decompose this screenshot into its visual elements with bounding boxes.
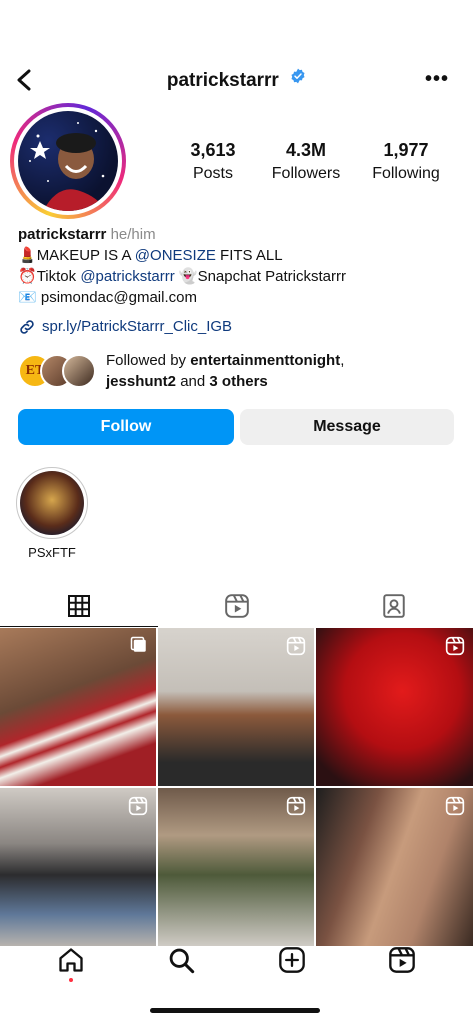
bio-line-3: 📧 psimondac@gmail.com xyxy=(18,287,463,308)
message-button[interactable]: Message xyxy=(240,409,454,445)
home-icon xyxy=(59,948,83,972)
multi-photo-icon xyxy=(130,636,146,652)
profile-avatar[interactable] xyxy=(10,103,126,219)
mutual-others[interactable]: 3 others xyxy=(209,373,267,390)
grid-icon xyxy=(67,595,90,617)
followers-count: 4.3M xyxy=(285,140,327,160)
bio-name-row: patrickstarrr he/him xyxy=(18,224,463,245)
bottom-navigation xyxy=(0,930,473,990)
profile-header: patrickstarrr ••• xyxy=(0,58,473,102)
page-title: patrickstarrr xyxy=(0,68,473,92)
pronouns: he/him xyxy=(110,226,156,243)
nav-search[interactable] xyxy=(161,940,201,980)
followers-label: Followers xyxy=(271,165,341,182)
mutual-avatar-3 xyxy=(62,354,96,388)
tab-posts[interactable] xyxy=(0,585,158,627)
highlight-label: PSxFTF xyxy=(28,545,76,560)
grid-post[interactable] xyxy=(158,628,314,786)
reel-badge-icon xyxy=(286,636,306,656)
notification-dot xyxy=(69,978,74,982)
reels-icon xyxy=(224,594,249,618)
lipstick-icon: 💄 xyxy=(18,247,37,264)
tagged-icon xyxy=(383,594,405,618)
username-title: patrickstarrr xyxy=(166,70,279,91)
story-highlight[interactable]: PSxFTF xyxy=(16,467,88,560)
search-icon xyxy=(170,948,195,974)
reel-badge-icon xyxy=(286,796,306,816)
mutual-user-1[interactable]: entertainmenttonight xyxy=(190,352,340,369)
ghost-icon: 👻 xyxy=(178,268,198,285)
display-name: patrickstarrr xyxy=(18,226,107,243)
email-icon: 📧 xyxy=(18,289,37,306)
grid-post[interactable] xyxy=(0,628,156,786)
stat-following[interactable]: 1,977 Following xyxy=(356,140,456,183)
bio-link[interactable]: spr.ly/PatrickStarrr_Clic_IGB xyxy=(18,316,463,337)
following-label: Following xyxy=(372,165,440,182)
posts-label: Posts xyxy=(192,165,233,182)
reels-icon xyxy=(389,947,415,973)
verified-icon xyxy=(290,68,306,90)
grid-post[interactable] xyxy=(0,788,156,946)
follow-button[interactable]: Follow xyxy=(18,409,234,445)
nav-home[interactable] xyxy=(51,940,91,982)
tab-reels[interactable] xyxy=(158,585,316,627)
mutual-user-2[interactable]: jesshunt2 xyxy=(106,373,176,390)
more-icon: ••• xyxy=(424,68,449,90)
stat-posts[interactable]: 3,613 Posts xyxy=(170,140,256,183)
link-icon xyxy=(20,319,34,334)
bio-line-1: 💄MAKEUP IS A @ONESIZE FITS ALL xyxy=(18,247,283,264)
profile-tabs xyxy=(0,585,473,627)
tab-tagged[interactable] xyxy=(315,585,473,627)
highlight-ring xyxy=(16,467,88,539)
reel-badge-icon xyxy=(445,636,465,656)
mutual-followers-text: Followed by entertainmenttonight, jesshu… xyxy=(106,352,345,390)
mutual-followers[interactable]: ET Followed by entertainmenttonight, jes… xyxy=(18,350,463,392)
mention-onesize[interactable]: @ONESIZE xyxy=(135,247,216,264)
avatar xyxy=(18,111,118,211)
mention-patrickstarrr[interactable]: @patrickstarrr xyxy=(80,268,174,285)
posts-count: 3,613 xyxy=(190,140,236,160)
alarm-clock-icon: ⏰ xyxy=(18,268,37,285)
following-count: 1,977 xyxy=(383,140,429,160)
more-options-button[interactable]: ••• xyxy=(425,68,449,91)
reel-badge-icon xyxy=(445,796,465,816)
reel-badge-icon xyxy=(128,796,148,816)
grid-post[interactable] xyxy=(316,628,473,786)
nav-reels[interactable] xyxy=(382,940,422,980)
profile-bio: patrickstarrr he/him 💄MAKEUP IS A @ONESI… xyxy=(18,224,463,337)
profile-stats: 3,613 Posts 4.3M Followers 1,977 Followi… xyxy=(170,140,470,183)
grid-post[interactable] xyxy=(158,788,314,946)
create-icon xyxy=(278,947,305,973)
bio-link-text[interactable]: spr.ly/PatrickStarrr_Clic_IGB xyxy=(42,316,232,337)
stat-followers[interactable]: 4.3M Followers xyxy=(256,140,356,183)
home-indicator xyxy=(150,1008,320,1013)
bio-line-2: ⏰Tiktok @patrickstarrr 👻Snapchat Patrick… xyxy=(18,268,346,285)
bio-email: psimondac@gmail.com xyxy=(40,289,197,306)
nav-create[interactable] xyxy=(272,940,312,980)
posts-grid xyxy=(0,628,473,946)
grid-post[interactable] xyxy=(316,788,473,946)
highlight-cover xyxy=(20,471,84,535)
